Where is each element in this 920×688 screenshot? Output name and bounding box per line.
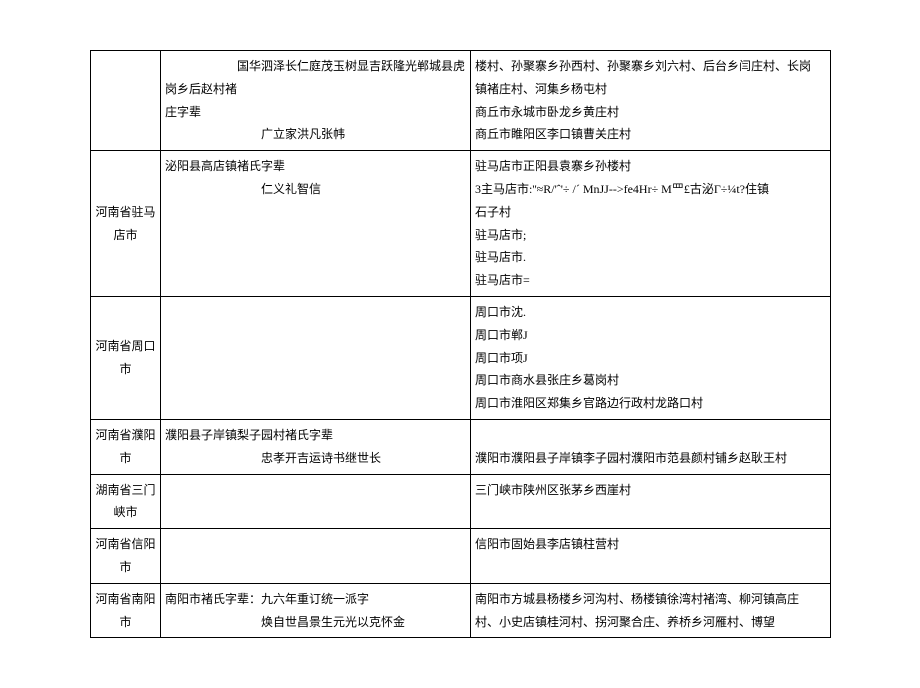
region-cell: 河南省濮阳市	[91, 419, 161, 474]
region-cell: 河南省驻马店市	[91, 151, 161, 297]
table-row: 湖南省三门峡市 三门峡市陕州区张茅乡西崖村	[91, 474, 831, 529]
region-label: 湖南省三门峡市	[95, 483, 155, 520]
lineage-cell	[161, 296, 471, 419]
table-row: 河南省濮阳市濮阳县子岸镇梨子园村褚氏字辈忠孝开吉运诗书继世长 濮阳市濮阳县子岸镇…	[91, 419, 831, 474]
region-label: 河南省驻马店市	[95, 205, 155, 242]
lineage-line: 焕自世昌景生元光以克怀金	[165, 611, 466, 634]
lineage-line: 忠孝开吉运诗书继世长	[165, 447, 466, 470]
location-line: 3主马店市:''≈R/'ˆ'÷ /ˊ MnJJ-->fe4Hr÷ M罒£古泌Γ÷…	[475, 178, 826, 201]
location-line: 驻马店市正阳县袁寨乡孙楼村	[475, 155, 826, 178]
lineage-line: 泌阳县高店镇褚氏字辈	[165, 155, 466, 178]
lineage-cell: 濮阳县子岸镇梨子园村褚氏字辈忠孝开吉运诗书继世长	[161, 419, 471, 474]
location-line: 楼村、孙聚寨乡孙西村、孙聚寨乡刘六村、后台乡闫庄村、长岗	[475, 55, 826, 78]
location-cell: 驻马店市正阳县袁寨乡孙楼村3主马店市:''≈R/'ˆ'÷ /ˊ MnJJ-->f…	[471, 151, 831, 297]
location-line	[475, 424, 826, 447]
lineage-line: 广立家洪凡张帏	[165, 123, 466, 146]
lineage-line: 仁义礼智信	[165, 178, 466, 201]
location-cell: 南阳市方城县杨楼乡河沟村、杨楼镇徐湾村褚湾、柳河镇高庄村、小史店镇桂河村、拐河聚…	[471, 583, 831, 638]
table-row: 河南省周口市 周口市沈.周口市郸J周口市项J周口市商水县张庄乡葛岗村周口市淮阳区…	[91, 296, 831, 419]
region-label: 河南省信阳市	[95, 537, 155, 574]
lineage-line: 濮阳县子岸镇梨子园村褚氏字辈	[165, 424, 466, 447]
table-row: 河南省驻马店市泌阳县高店镇褚氏字辈仁义礼智信驻马店市正阳县袁寨乡孙楼村3主马店市…	[91, 151, 831, 297]
location-cell: 三门峡市陕州区张茅乡西崖村	[471, 474, 831, 529]
location-line: 信阳市固始县李店镇柱营村	[475, 533, 826, 556]
lineage-cell	[161, 474, 471, 529]
location-line: 周口市沈.	[475, 301, 826, 324]
location-line: 南阳市方城县杨楼乡河沟村、杨楼镇徐湾村褚湾、柳河镇高庄	[475, 588, 826, 611]
region-cell: 河南省信阳市	[91, 529, 161, 584]
region-label: 河南省周口市	[95, 339, 155, 376]
location-line: 周口市项J	[475, 347, 826, 370]
region-cell: 河南省周口市	[91, 296, 161, 419]
region-label: 河南省南阳市	[95, 592, 155, 629]
location-line: 驻马店市=	[475, 269, 826, 292]
location-line: 三门峡市陕州区张茅乡西崖村	[475, 479, 826, 502]
lineage-cell: 国华泗泽长仁庭茂玉树显吉跃隆光郸城县虎岗乡后赵村褚庄字辈广立家洪凡张帏	[161, 51, 471, 151]
region-cell	[91, 51, 161, 151]
lineage-line: 南阳市褚氏字辈：九六年重订统一派字	[165, 588, 466, 611]
lineage-cell	[161, 529, 471, 584]
location-line: 周口市郸J	[475, 324, 826, 347]
lineage-cell: 南阳市褚氏字辈：九六年重订统一派字焕自世昌景生元光以克怀金	[161, 583, 471, 638]
location-cell: 信阳市固始县李店镇柱营村	[471, 529, 831, 584]
location-line: 商丘市睢阳区李口镇曹关庄村	[475, 123, 826, 146]
table-row: 河南省信阳市 信阳市固始县李店镇柱营村	[91, 529, 831, 584]
lineage-line: 庄字辈	[165, 101, 466, 124]
location-line: 濮阳市濮阳县子岸镇李子园村濮阳市范县颜村铺乡赵耿王村	[475, 447, 826, 470]
table-row: 国华泗泽长仁庭茂玉树显吉跃隆光郸城县虎岗乡后赵村褚庄字辈广立家洪凡张帏楼村、孙聚…	[91, 51, 831, 151]
location-line: 周口市商水县张庄乡葛岗村	[475, 369, 826, 392]
region-cell: 河南省南阳市	[91, 583, 161, 638]
location-line: 驻马店市;	[475, 224, 826, 247]
region-cell: 湖南省三门峡市	[91, 474, 161, 529]
location-line: 商丘市永城市卧龙乡黄庄村	[475, 101, 826, 124]
location-line: 驻马店市.	[475, 246, 826, 269]
genealogy-table: 国华泗泽长仁庭茂玉树显吉跃隆光郸城县虎岗乡后赵村褚庄字辈广立家洪凡张帏楼村、孙聚…	[90, 50, 831, 638]
location-cell: 周口市沈.周口市郸J周口市项J周口市商水县张庄乡葛岗村周口市淮阳区郑集乡官路边行…	[471, 296, 831, 419]
table-row: 河南省南阳市南阳市褚氏字辈：九六年重订统一派字焕自世昌景生元光以克怀金南阳市方城…	[91, 583, 831, 638]
location-line: 周口市淮阳区郑集乡官路边行政村龙路口村	[475, 392, 826, 415]
lineage-line: 国华泗泽长仁庭茂玉树显吉跃隆光郸城县虎岗乡后赵村褚	[165, 55, 466, 101]
location-cell: 濮阳市濮阳县子岸镇李子园村濮阳市范县颜村铺乡赵耿王村	[471, 419, 831, 474]
location-line: 石子村	[475, 201, 826, 224]
location-cell: 楼村、孙聚寨乡孙西村、孙聚寨乡刘六村、后台乡闫庄村、长岗镇褚庄村、河集乡杨屯村商…	[471, 51, 831, 151]
lineage-cell: 泌阳县高店镇褚氏字辈仁义礼智信	[161, 151, 471, 297]
region-label: 河南省濮阳市	[95, 428, 155, 465]
location-line: 镇褚庄村、河集乡杨屯村	[475, 78, 826, 101]
location-line: 村、小史店镇桂河村、拐河聚合庄、养桥乡河雁村、博望	[475, 611, 826, 634]
